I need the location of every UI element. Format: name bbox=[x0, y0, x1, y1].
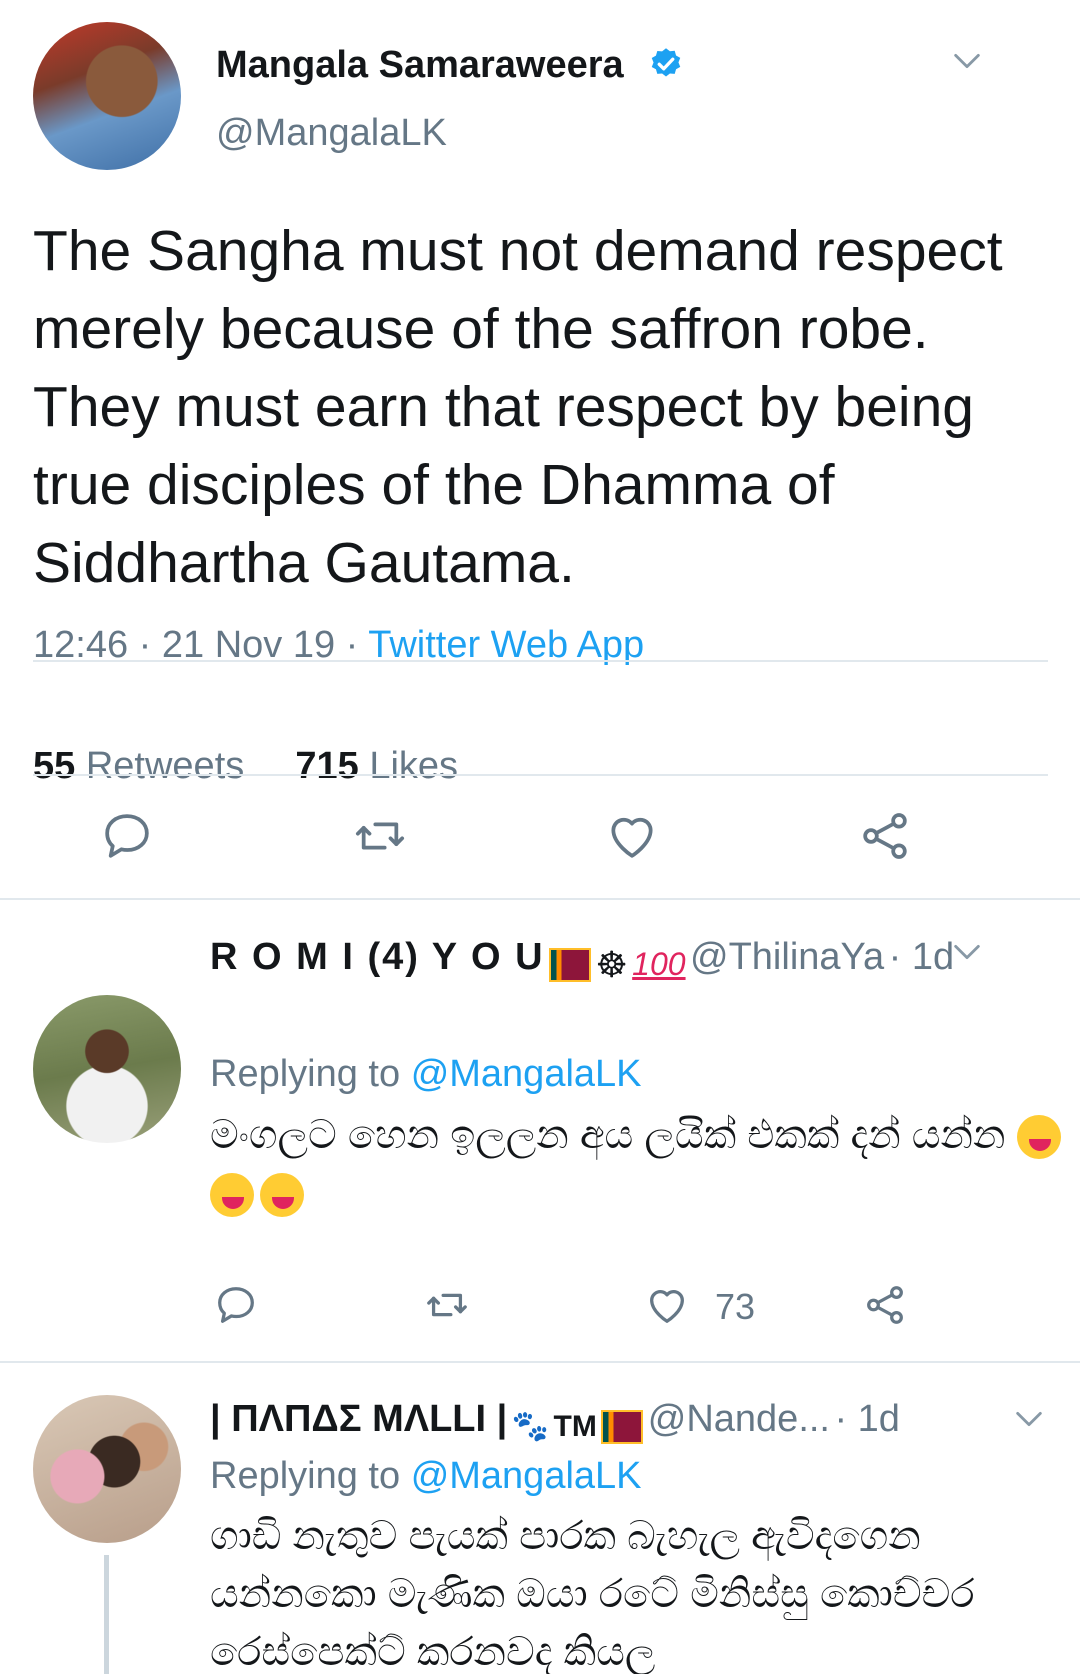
share-icon[interactable] bbox=[857, 808, 913, 864]
thread-line bbox=[104, 1555, 109, 1674]
reply-icon[interactable] bbox=[99, 808, 155, 864]
reply-header: R O M I (4) Y O U ☸ 100 @ThilinaYa · 1d bbox=[210, 936, 954, 986]
heart-icon[interactable] bbox=[604, 808, 660, 864]
sri-lanka-flag-icon bbox=[548, 947, 591, 982]
like-count: 73 bbox=[715, 1286, 756, 1327]
divider bbox=[0, 1361, 1080, 1363]
dharma-wheel-icon: ☸ bbox=[595, 943, 628, 985]
heart-icon[interactable] bbox=[644, 1282, 690, 1328]
tweet-text: The Sangha must not demand respect merel… bbox=[33, 219, 1003, 595]
retweet-stat[interactable]: 55 Retweets bbox=[33, 745, 244, 787]
reply-handle[interactable]: @ThilinaYa bbox=[690, 936, 884, 978]
retweet-icon[interactable] bbox=[424, 1282, 470, 1328]
author-handle[interactable]: @MangalaLK bbox=[216, 112, 447, 155]
reply-avatar[interactable] bbox=[33, 995, 181, 1143]
chevron-down-icon[interactable] bbox=[950, 44, 984, 78]
replying-to: Replying to @MangalaLK bbox=[210, 1455, 642, 1497]
share-icon[interactable] bbox=[862, 1282, 908, 1328]
reply-author-name[interactable]: R O M I (4) Y O U bbox=[210, 936, 545, 978]
verified-badge-icon bbox=[651, 48, 681, 77]
paw-prints-icon: 🐾 bbox=[511, 1410, 550, 1444]
divider bbox=[33, 774, 1048, 776]
replying-to: Replying to @MangalaLK bbox=[210, 1053, 642, 1095]
hundred-points-icon: 100 bbox=[632, 946, 686, 983]
reply-age: · 1d bbox=[888, 936, 955, 978]
trademark-icon: TM bbox=[553, 1409, 597, 1443]
reply-icon[interactable] bbox=[213, 1282, 259, 1328]
replying-to-mention[interactable]: @MangalaLK bbox=[411, 1053, 642, 1095]
divider bbox=[33, 660, 1048, 662]
retweet-icon[interactable] bbox=[352, 808, 408, 864]
author-name[interactable]: Mangala Samaraweera bbox=[216, 44, 624, 87]
reply-text: ගාඩි නැතුව පැයක් පාරක බැහැල ඇවිදගෙන යන්න… bbox=[210, 1514, 975, 1674]
author-avatar[interactable] bbox=[33, 22, 181, 170]
sri-lanka-flag-icon bbox=[601, 1409, 644, 1444]
reply-avatar[interactable] bbox=[33, 1395, 181, 1543]
reply-age: · 1d bbox=[834, 1398, 900, 1440]
reply-header: | ΠΛΠΔΣ MΛLLI | 🐾 TM @Nande... · 1d bbox=[210, 1398, 900, 1444]
reply-author-name[interactable]: | ΠΛΠΔΣ MΛLLI | bbox=[210, 1398, 507, 1440]
reply-handle[interactable]: @Nande... bbox=[648, 1398, 830, 1440]
yum-emoji-icon bbox=[260, 1173, 304, 1218]
yum-emoji-icon bbox=[210, 1173, 254, 1218]
divider bbox=[0, 898, 1080, 900]
reply-text: මංගලට හෙන ඉලලන අය ලයික් එකක් දන් යන්න bbox=[210, 1106, 1070, 1222]
replying-to-mention[interactable]: @MangalaLK bbox=[411, 1455, 642, 1497]
like-stat[interactable]: 715 Likes bbox=[295, 745, 458, 787]
chevron-down-icon[interactable] bbox=[950, 935, 984, 969]
tweet-stats: 55 Retweets 715 Likes bbox=[33, 745, 458, 788]
chevron-down-icon[interactable] bbox=[1012, 1402, 1046, 1436]
yum-emoji-icon bbox=[1016, 1115, 1061, 1160]
